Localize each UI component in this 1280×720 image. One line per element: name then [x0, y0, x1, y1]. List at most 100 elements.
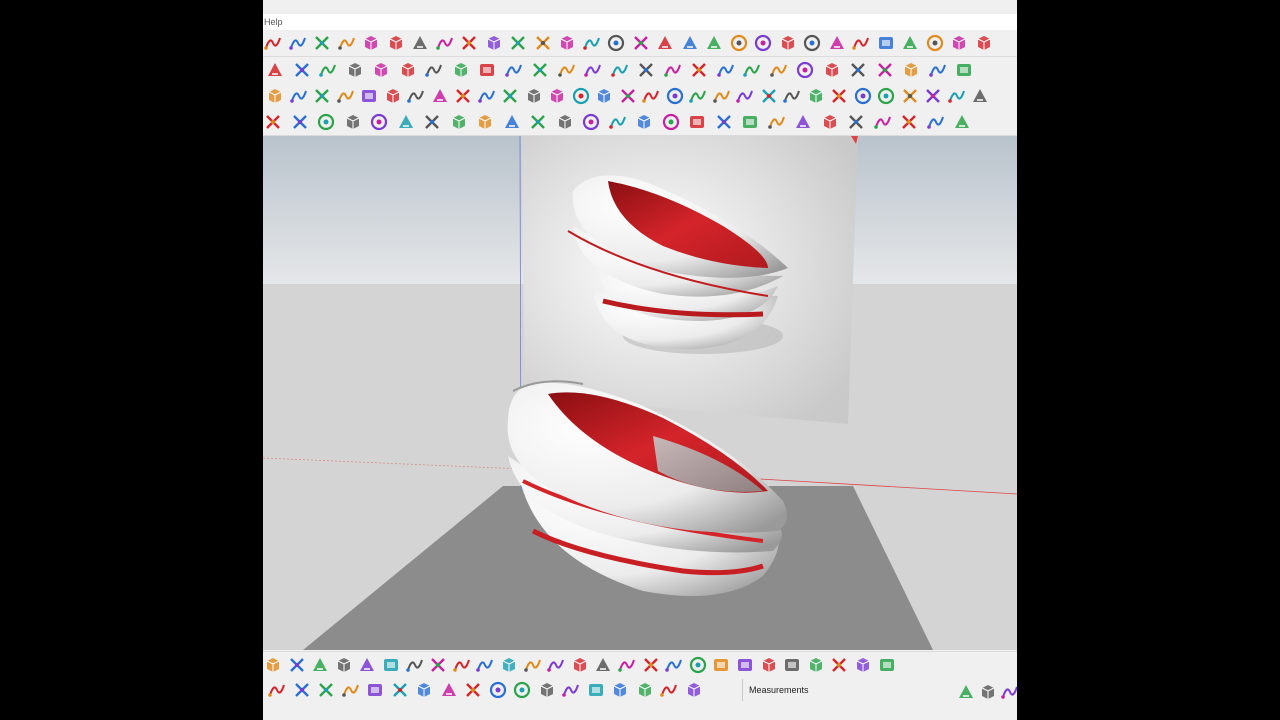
cube-button[interactable]	[267, 680, 287, 700]
cross-button[interactable]	[499, 655, 519, 675]
component-button[interactable]	[655, 33, 675, 53]
layout-button[interactable]	[500, 86, 520, 106]
truss-button[interactable]	[853, 655, 873, 675]
cube-outline-2-button[interactable]	[853, 86, 873, 106]
undo-button[interactable]	[263, 33, 283, 53]
sphere-green-3-button[interactable]	[512, 680, 532, 700]
select-button[interactable]	[263, 112, 283, 132]
cube-selected-button[interactable]	[359, 86, 379, 106]
shade-button[interactable]	[594, 86, 614, 106]
line-star-2-button[interactable]	[820, 112, 840, 132]
arrow-u-button[interactable]	[711, 655, 731, 675]
grid-button[interactable]	[523, 655, 543, 675]
santa-button[interactable]	[610, 680, 630, 700]
hand-button[interactable]	[947, 86, 967, 106]
pan-button[interactable]	[410, 33, 430, 53]
half-sphere-button[interactable]	[684, 680, 704, 700]
refresh-button[interactable]	[365, 680, 385, 700]
record-button[interactable]	[530, 60, 550, 80]
arrow-left-button[interactable]	[767, 112, 787, 132]
box-button[interactable]	[430, 86, 450, 106]
network-button[interactable]	[735, 655, 755, 675]
lock-button[interactable]	[289, 86, 309, 106]
stop-button[interactable]	[557, 60, 577, 80]
lines-button[interactable]	[345, 60, 365, 80]
spiral-button[interactable]	[292, 680, 312, 700]
zoom-extents-button[interactable]	[459, 33, 479, 53]
gear-button[interactable]	[424, 60, 444, 80]
badge-button[interactable]	[806, 655, 826, 675]
gear-box-button[interactable]	[571, 86, 591, 106]
tape-measure-button[interactable]	[312, 33, 332, 53]
bricks-button[interactable]	[829, 655, 849, 675]
frame-red-button[interactable]	[952, 112, 972, 132]
resize-button[interactable]	[390, 680, 410, 700]
line-star-button[interactable]	[793, 112, 813, 132]
eraser-button[interactable]	[848, 60, 868, 80]
axis-red-button[interactable]	[802, 33, 822, 53]
cube-outline-button[interactable]	[829, 86, 849, 106]
move-button[interactable]	[610, 60, 630, 80]
render-button[interactable]	[899, 112, 919, 132]
cut-button[interactable]	[310, 655, 330, 675]
cube-button[interactable]	[336, 86, 356, 106]
section-button[interactable]	[954, 60, 974, 80]
ruler-button[interactable]	[414, 680, 434, 700]
box-button[interactable]	[357, 655, 377, 675]
line-star-button[interactable]	[956, 682, 976, 702]
path-button[interactable]	[926, 112, 946, 132]
frame-select-2-button[interactable]	[316, 112, 336, 132]
wood-button[interactable]	[769, 60, 789, 80]
sliders-button[interactable]	[477, 60, 497, 80]
dome-button[interactable]	[712, 86, 732, 106]
grass-button[interactable]	[383, 86, 403, 106]
cube-outline-3-button[interactable]	[876, 86, 896, 106]
copy-button[interactable]	[782, 86, 802, 106]
window-button[interactable]	[453, 86, 473, 106]
dots-button[interactable]	[452, 655, 472, 675]
plus-button[interactable]	[475, 655, 495, 675]
shape-button[interactable]	[263, 655, 283, 675]
wrench-button[interactable]	[714, 112, 734, 132]
check-button[interactable]	[343, 112, 363, 132]
hex-button[interactable]	[439, 680, 459, 700]
globe-blue-button[interactable]	[659, 680, 679, 700]
measure-button[interactable]	[381, 655, 401, 675]
box-stack-blue-button[interactable]	[729, 33, 749, 53]
chrome-button[interactable]	[900, 86, 920, 106]
text-button[interactable]	[337, 33, 357, 53]
nodes-button[interactable]	[759, 655, 779, 675]
line-button[interactable]	[318, 60, 338, 80]
orbit-button[interactable]	[386, 33, 406, 53]
extend-button[interactable]	[875, 60, 895, 80]
layers-stack-button[interactable]	[533, 33, 553, 53]
lines-button[interactable]	[334, 655, 354, 675]
flip-button[interactable]	[663, 60, 683, 80]
polygon-button[interactable]	[687, 112, 707, 132]
material-button[interactable]	[795, 60, 815, 80]
warehouse-button[interactable]	[680, 33, 700, 53]
arc-4-button[interactable]	[634, 112, 654, 132]
polyline-button[interactable]	[661, 112, 681, 132]
bend-button[interactable]	[608, 112, 628, 132]
layers-button[interactable]	[508, 33, 528, 53]
axis-green-button[interactable]	[851, 33, 871, 53]
freehand-button[interactable]	[581, 112, 601, 132]
split-button[interactable]	[524, 86, 544, 106]
zoom-button[interactable]	[435, 33, 455, 53]
frame-button[interactable]	[806, 86, 826, 106]
flask-button[interactable]	[570, 655, 590, 675]
user-button[interactable]	[582, 33, 602, 53]
pie-button[interactable]	[970, 86, 990, 106]
cylinder-button[interactable]	[688, 655, 708, 675]
rotate-button[interactable]	[287, 655, 307, 675]
arc-3-button[interactable]	[555, 112, 575, 132]
star-button[interactable]	[664, 655, 684, 675]
robot-button[interactable]	[547, 86, 567, 106]
3d-viewport[interactable]	[263, 136, 1017, 650]
model-info-button[interactable]	[288, 33, 308, 53]
menu-help[interactable]: Help	[263, 17, 283, 27]
crop-button[interactable]	[928, 60, 948, 80]
ruler-tool-button[interactable]	[742, 60, 762, 80]
cursor-button[interactable]	[316, 680, 336, 700]
